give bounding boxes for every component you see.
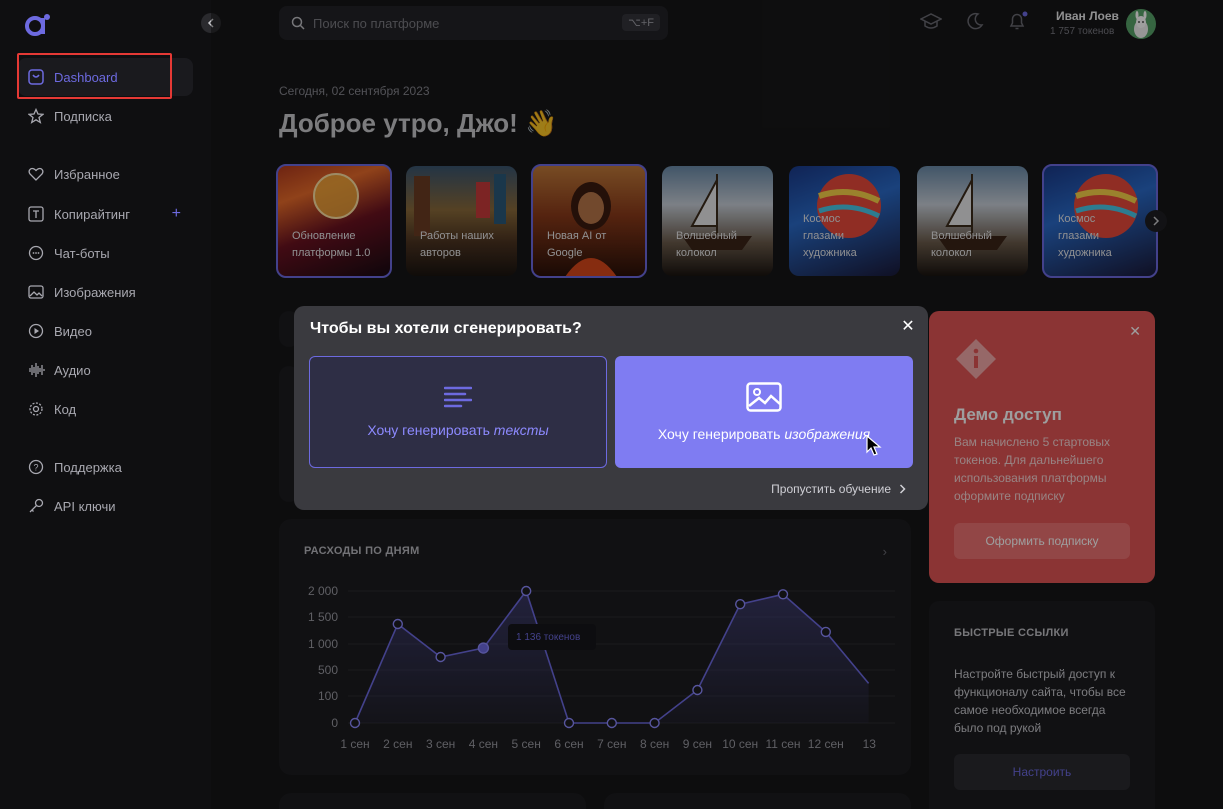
chevron-right-icon <box>899 484 906 494</box>
dashboard-highlight-box <box>17 53 172 99</box>
option-label-emphasis: тексты <box>493 422 549 438</box>
mouse-cursor-icon <box>866 435 882 456</box>
option-label-prefix: Хочу генерировать <box>657 426 785 442</box>
app-root: Dashboard Подписка Избранное Копирайтинг… <box>0 0 1223 809</box>
option-label-prefix: Хочу генерировать <box>367 422 494 438</box>
close-icon[interactable]: ✕ <box>900 318 916 335</box>
text-lines-icon <box>444 386 472 408</box>
generate-texts-option[interactable]: Хочу генерировать тексты <box>309 356 607 468</box>
onboarding-modal: Чтобы вы хотели сгенерировать? ✕ Хочу ге… <box>294 306 928 510</box>
generate-images-option[interactable]: Хочу генерировать изображения <box>615 356 913 468</box>
skip-tutorial-label: Пропустить обучение <box>771 482 891 496</box>
image-icon <box>746 382 782 412</box>
option-label-emphasis: изображения <box>784 426 871 442</box>
option-label: Хочу генерировать изображения <box>658 426 870 442</box>
modal-title: Чтобы вы хотели сгенерировать? <box>310 320 582 337</box>
option-label: Хочу генерировать тексты <box>367 422 548 438</box>
skip-tutorial-link[interactable]: Пропустить обучение <box>771 482 906 496</box>
